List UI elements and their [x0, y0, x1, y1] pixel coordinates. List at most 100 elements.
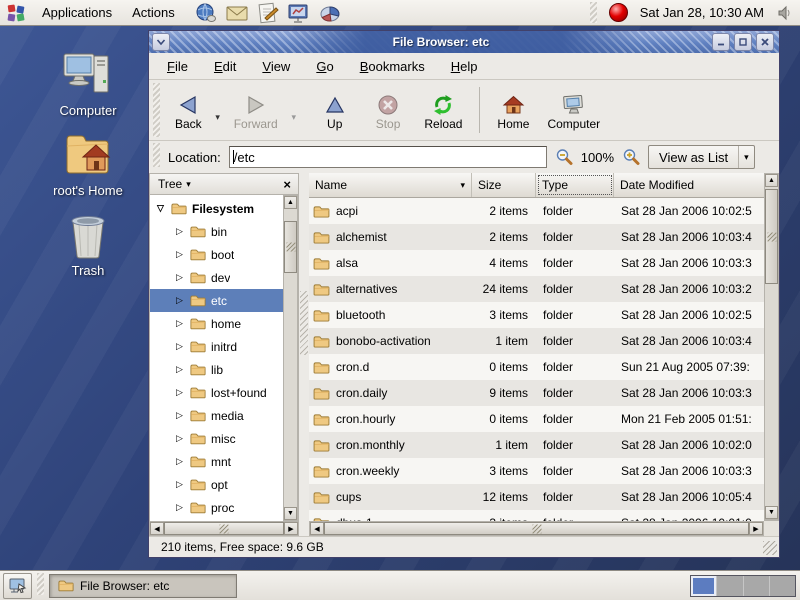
menu-item[interactable]: View: [262, 59, 290, 74]
reload-button[interactable]: Reload: [415, 87, 471, 134]
scrollbar-thumb[interactable]: [284, 221, 297, 273]
forward-dropdown[interactable]: ▾: [287, 112, 301, 123]
minimize-button[interactable]: [712, 33, 730, 51]
email-icon[interactable]: [226, 2, 248, 24]
zoom-out-icon[interactable]: [555, 148, 573, 166]
list-horizontal-scrollbar[interactable]: ◀ ▶: [309, 521, 764, 536]
view-mode-combo[interactable]: View as List ▾: [648, 145, 755, 169]
zoom-in-icon[interactable]: [622, 148, 640, 166]
menu-applications[interactable]: Applications: [38, 3, 116, 22]
side-pane-close-icon[interactable]: ×: [280, 178, 294, 191]
back-dropdown[interactable]: ▾: [211, 112, 225, 123]
scroll-left-icon[interactable]: ◀: [310, 522, 324, 535]
menu-actions[interactable]: Actions: [128, 3, 179, 22]
tree-item[interactable]: ▷ misc: [150, 427, 283, 450]
tree-item[interactable]: ▷ dev: [150, 266, 283, 289]
column-header-size[interactable]: Size: [472, 173, 536, 197]
menu-item[interactable]: File: [167, 59, 188, 74]
home-button[interactable]: Home: [488, 87, 538, 134]
expander-closed-icon[interactable]: ▷: [174, 295, 185, 306]
computer-button[interactable]: Computer: [538, 87, 609, 134]
red-alert-icon[interactable]: [609, 3, 628, 22]
tree-item[interactable]: ▷ home: [150, 312, 283, 335]
expander-closed-icon[interactable]: ▷: [174, 502, 185, 513]
expander-closed-icon[interactable]: ▷: [174, 272, 185, 283]
expander-closed-icon[interactable]: ▷: [174, 249, 185, 260]
taskbar-handle[interactable]: [37, 573, 44, 595]
menu-item[interactable]: Bookmarks: [360, 59, 425, 74]
side-pane-header[interactable]: Tree ▾ ×: [149, 173, 299, 195]
desktop-icon-computer[interactable]: Computer: [32, 50, 144, 118]
file-row[interactable]: bonobo-activation 1 item folder Sat 28 J…: [309, 328, 764, 354]
file-row[interactable]: cron.d 0 items folder Sun 21 Aug 2005 07…: [309, 354, 764, 380]
scroll-up-icon[interactable]: ▲: [284, 196, 297, 209]
workspace-cell[interactable]: [691, 576, 717, 596]
scroll-right-icon[interactable]: ▶: [749, 522, 763, 535]
expander-closed-icon[interactable]: ▷: [174, 479, 185, 490]
tree-vertical-scrollbar[interactable]: ▲ ▼: [283, 195, 298, 521]
up-button[interactable]: Up: [315, 87, 355, 134]
location-handle[interactable]: [153, 143, 160, 167]
toolbar-handle[interactable]: [153, 83, 160, 137]
titlebar[interactable]: File Browser: etc: [149, 31, 779, 53]
list-vertical-scrollbar[interactable]: ▲ ▼: [764, 173, 779, 520]
window-menu-button[interactable]: [152, 33, 170, 51]
tree-item[interactable]: ▷ opt: [150, 473, 283, 496]
tree-item[interactable]: ▷ media: [150, 404, 283, 427]
scrollbar-thumb[interactable]: [164, 522, 284, 535]
expander-closed-icon[interactable]: ▷: [174, 341, 185, 352]
chart-icon[interactable]: [319, 2, 341, 24]
redhat-menu-icon[interactable]: [6, 3, 26, 23]
tree-item[interactable]: ▷ mnt: [150, 450, 283, 473]
tree-item[interactable]: ▷ boot: [150, 243, 283, 266]
menu-item[interactable]: Go: [316, 59, 333, 74]
expander-closed-icon[interactable]: ▷: [174, 387, 185, 398]
tree-item-root[interactable]: ▽ Filesystem: [150, 197, 283, 220]
file-row[interactable]: cups 12 items folder Sat 28 Jan 2006 10:…: [309, 484, 764, 510]
back-button[interactable]: Back: [166, 87, 211, 134]
presentation-icon[interactable]: [288, 2, 310, 24]
pane-separator[interactable]: [299, 173, 309, 536]
expander-closed-icon[interactable]: ▷: [174, 226, 185, 237]
scroll-left-icon[interactable]: ◀: [150, 522, 164, 535]
maximize-button[interactable]: [734, 33, 752, 51]
file-row[interactable]: cron.daily 9 items folder Sat 28 Jan 200…: [309, 380, 764, 406]
tree-item[interactable]: ▷ lib: [150, 358, 283, 381]
menu-item[interactable]: Edit: [214, 59, 236, 74]
close-button[interactable]: [756, 33, 774, 51]
tree-item[interactable]: ▷ lost+found: [150, 381, 283, 404]
file-row[interactable]: alternatives 24 items folder Sat 28 Jan …: [309, 276, 764, 302]
expander-open-icon[interactable]: ▽: [155, 203, 166, 214]
file-row[interactable]: cron.weekly 3 items folder Sat 28 Jan 20…: [309, 458, 764, 484]
file-row[interactable]: cron.monthly 1 item folder Sat 28 Jan 20…: [309, 432, 764, 458]
column-header-name[interactable]: Name ▾: [309, 173, 472, 197]
file-row[interactable]: bluetooth 3 items folder Sat 28 Jan 2006…: [309, 302, 764, 328]
tree-item[interactable]: ▷ proc: [150, 496, 283, 519]
workspace-cell[interactable]: [770, 576, 795, 596]
file-row[interactable]: acpi 2 items folder Sat 28 Jan 2006 10:0…: [309, 198, 764, 224]
file-row[interactable]: alchemist 2 items folder Sat 28 Jan 2006…: [309, 224, 764, 250]
column-header-type[interactable]: Type: [536, 173, 614, 197]
word-processor-icon[interactable]: [257, 2, 279, 24]
desktop-icon-trash[interactable]: Trash: [32, 212, 144, 278]
scrollbar-thumb[interactable]: [765, 189, 778, 284]
web-browser-icon[interactable]: [195, 2, 217, 24]
scroll-down-icon[interactable]: ▼: [765, 506, 778, 519]
task-button[interactable]: File Browser: etc: [49, 574, 237, 598]
file-row[interactable]: cron.hourly 0 items folder Mon 21 Feb 20…: [309, 406, 764, 432]
expander-closed-icon[interactable]: ▷: [174, 433, 185, 444]
expander-closed-icon[interactable]: ▷: [174, 456, 185, 467]
scroll-right-icon[interactable]: ▶: [284, 522, 298, 535]
expander-closed-icon[interactable]: ▷: [174, 410, 185, 421]
file-row[interactable]: alsa 4 items folder Sat 28 Jan 2006 10:0…: [309, 250, 764, 276]
expander-closed-icon[interactable]: ▷: [174, 318, 185, 329]
workspace-cell[interactable]: [744, 576, 770, 596]
scroll-down-icon[interactable]: ▼: [284, 507, 297, 520]
workspace-cell[interactable]: [717, 576, 743, 596]
volume-icon[interactable]: [776, 4, 794, 22]
file-row[interactable]: dbus-1 3 items folder Sat 28 Jan 2006 10…: [309, 510, 764, 521]
show-desktop-button[interactable]: [3, 573, 32, 599]
panel-handle[interactable]: [590, 2, 597, 23]
scrollbar-thumb[interactable]: [324, 522, 749, 535]
tree-horizontal-scrollbar[interactable]: ◀ ▶: [149, 521, 299, 536]
